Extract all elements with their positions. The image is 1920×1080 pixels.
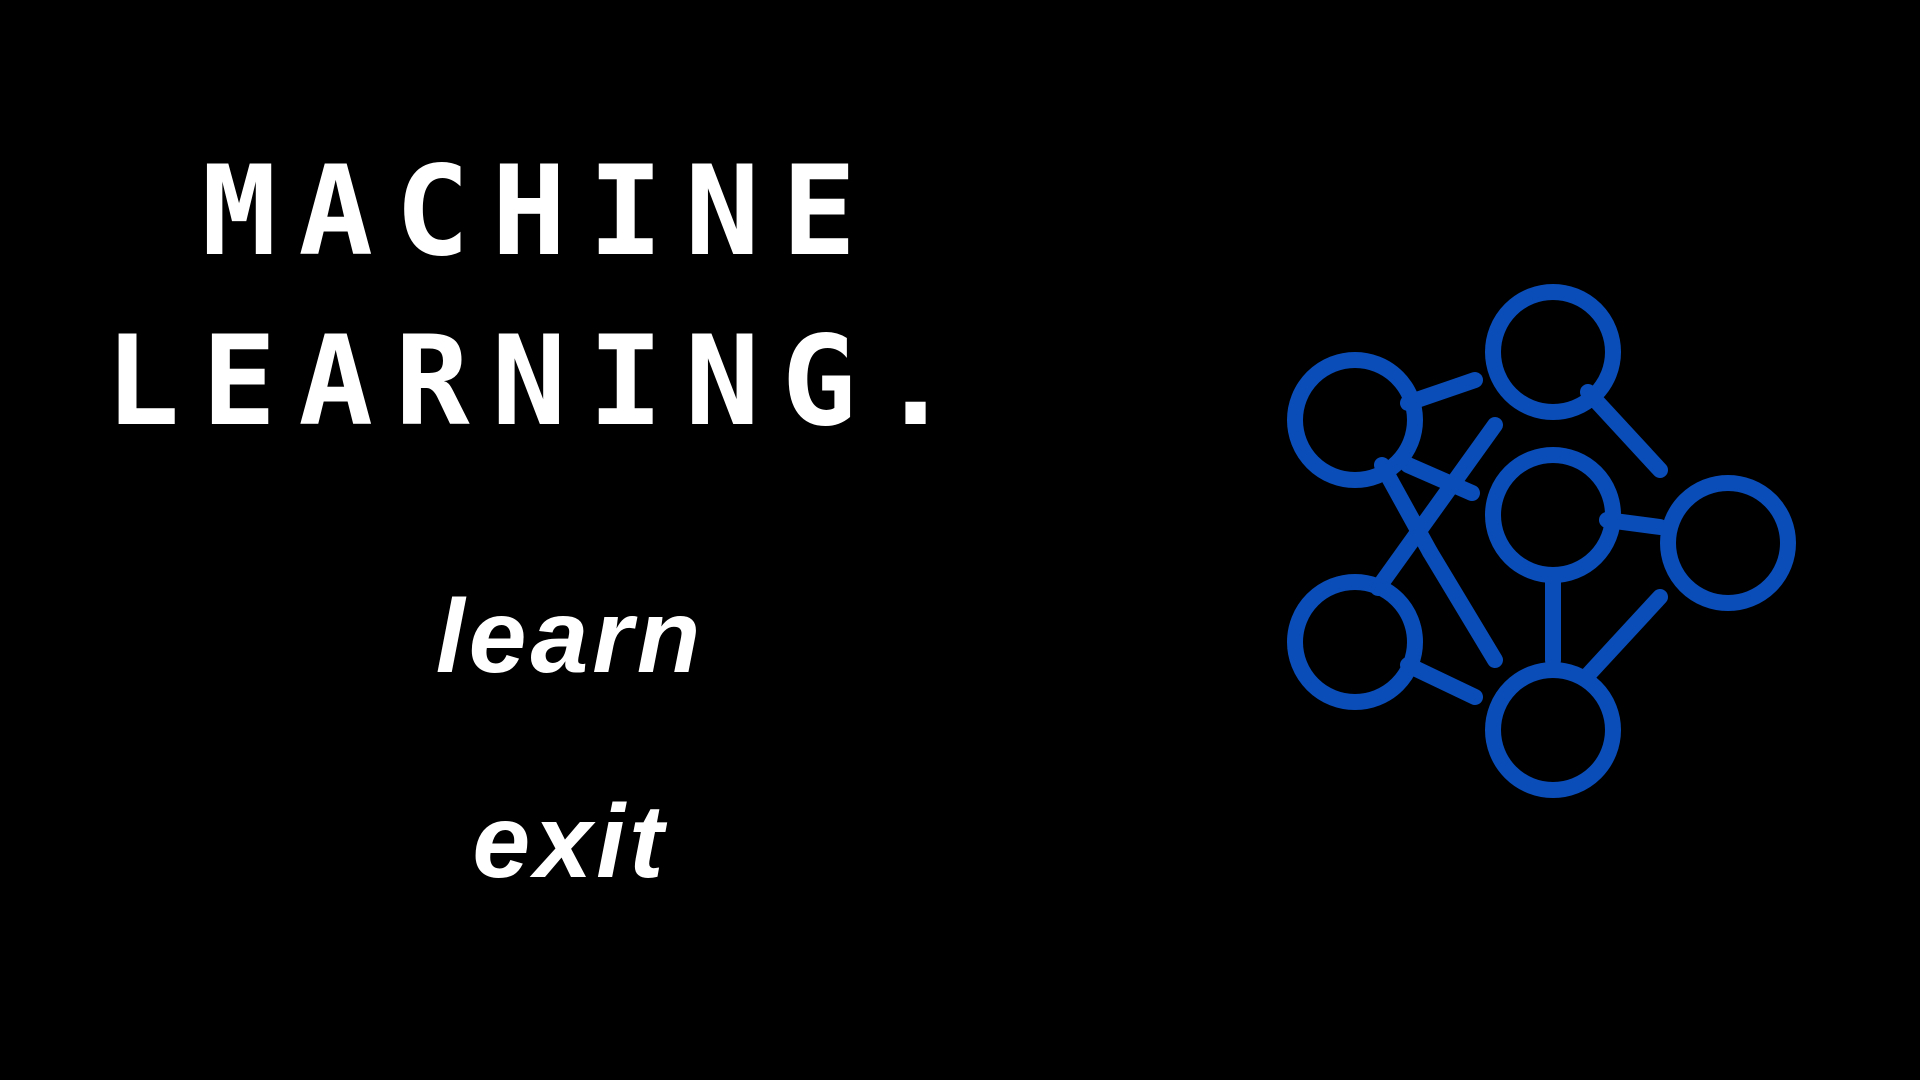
- exit-button[interactable]: exit: [400, 790, 740, 894]
- title-line-learning: LEARNING.: [105, 310, 975, 454]
- title-line-machine: MACHINE: [201, 140, 879, 284]
- main-menu-screen: MACHINE LEARNING. learn exit: [0, 0, 1920, 1080]
- learn-button[interactable]: learn: [400, 585, 740, 689]
- neural-network-icon: [1287, 284, 1796, 798]
